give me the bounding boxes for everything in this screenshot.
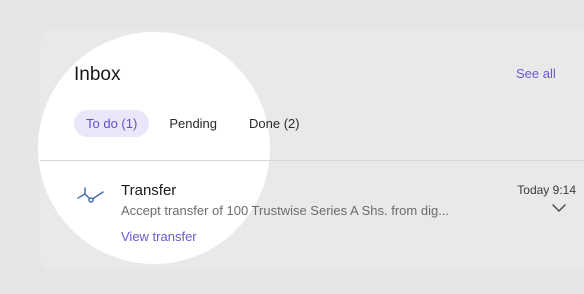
inbox-tabs: To do (1) Pending Done (2) [74, 109, 312, 137]
item-timestamp: Today 9:14 [517, 183, 576, 197]
view-transfer-link[interactable]: View transfer [121, 229, 197, 244]
see-all-link[interactable]: See all [516, 66, 556, 81]
divider [40, 160, 584, 161]
tab-done[interactable]: Done (2) [237, 110, 312, 137]
tab-pending[interactable]: Pending [157, 110, 229, 137]
inbox-title: Inbox [74, 64, 121, 85]
tab-to-do[interactable]: To do (1) [74, 109, 150, 137]
item-description: Accept transfer of 100 Trustwise Series … [121, 203, 450, 218]
transfer-icon [77, 187, 104, 203]
item-title: Transfer [121, 182, 177, 199]
chevron-down-icon[interactable] [551, 203, 567, 213]
screen: Inbox See all To do (1) Pending Done (2)… [0, 0, 584, 294]
